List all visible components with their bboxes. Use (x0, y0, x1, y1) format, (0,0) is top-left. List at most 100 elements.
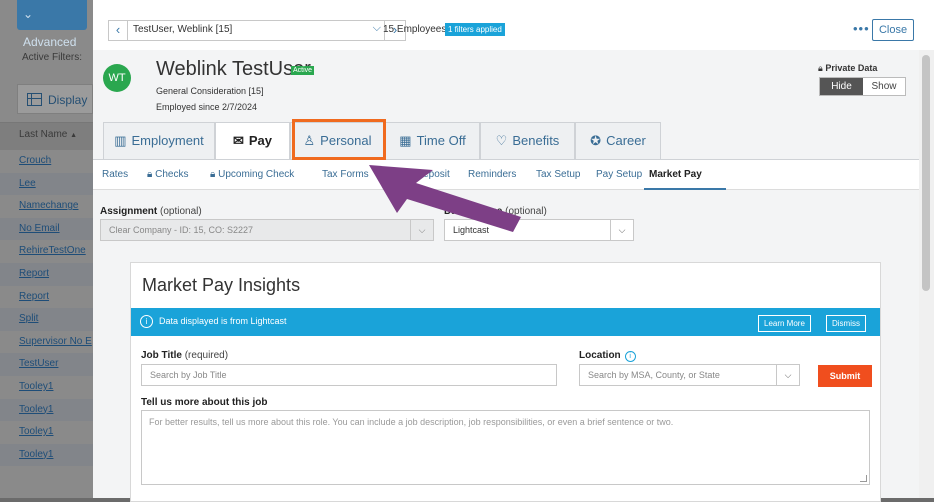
subnav-checks-label: Checks (155, 169, 189, 180)
employee-name-link[interactable]: RehireTestOne (0, 240, 93, 263)
chevron-down-icon[interactable]: ⌵ (373, 22, 381, 35)
show-button[interactable]: Show (863, 78, 905, 95)
tab-employment[interactable]: ▥ Employment (103, 122, 215, 159)
lock-icon: 🔒︎ (210, 169, 216, 180)
employee-name-list: Crouch Lee Namechange No Email RehireTestOne… (0, 150, 93, 467)
advanced-toggle[interactable]: ⌄ Advanced (17, 0, 87, 49)
data-source-value: Lightcast (453, 225, 490, 235)
hide-button[interactable]: Hide (820, 78, 863, 95)
job-title-required: (required) (184, 350, 229, 361)
tab-benefits[interactable]: ♡ Benefits (480, 122, 575, 159)
employee-name-link[interactable]: Namechange (0, 195, 93, 218)
filters-applied-badge[interactable]: 1 filters applied (445, 23, 505, 36)
display-label: Display (48, 93, 88, 107)
dismiss-button[interactable]: Dismiss (826, 315, 866, 332)
grid-icon (27, 93, 42, 106)
submit-button[interactable]: Submit (818, 365, 872, 387)
assignment-optional: (optional) (160, 206, 202, 217)
close-button[interactable]: Close (872, 19, 914, 41)
employee-name-link[interactable]: No Email (0, 217, 93, 241)
tab-career-label: Career (606, 133, 646, 148)
private-data-text: Private Data (825, 63, 878, 73)
employee-name-link[interactable]: Supervisor No E (0, 331, 93, 354)
info-icon[interactable]: i (624, 351, 636, 362)
subnav-upcoming-check-label: Upcoming Check (218, 169, 295, 180)
scrollbar[interactable] (919, 50, 934, 498)
chevron-down-icon: ⌵ (776, 365, 799, 385)
tab-career[interactable]: ✪ Career (575, 122, 661, 159)
tab-pay[interactable]: ✉ Pay (215, 122, 290, 160)
active-filters-label: Active Filters: (22, 52, 83, 63)
personal-tab-highlight (292, 119, 386, 160)
job-description-placeholder: For better results, tell us more about t… (149, 417, 674, 427)
previous-employee-button[interactable]: ‹ (109, 21, 128, 40)
subnav-tax-setup[interactable]: Tax Setup (536, 169, 580, 180)
learn-more-button[interactable]: Learn More (758, 315, 811, 332)
private-data-toggle: Hide Show (819, 77, 906, 96)
location-label: Location i (579, 350, 636, 362)
subnav-reminders[interactable]: Reminders (468, 169, 516, 180)
subnav-direct-deposit[interactable]: Direct Deposit (387, 169, 450, 180)
employee-name-link[interactable]: Report (0, 262, 93, 286)
job-title-input[interactable]: Search by Job Title (141, 364, 557, 386)
tab-employment-label: Employment (131, 133, 204, 148)
employee-name-link[interactable]: TestUser (0, 353, 93, 376)
employee-count: 15 Employees (383, 24, 447, 35)
employee-name-link[interactable]: Tooley1 (0, 398, 93, 422)
market-pay-title: Market Pay Insights (142, 275, 301, 295)
job-title-label-text: Job Title (141, 350, 182, 361)
employee-name-link[interactable]: Tooley1 (0, 376, 93, 399)
employee-group: General Consideration [15] (156, 86, 264, 96)
tab-time-off[interactable]: ▦ Time Off (385, 122, 480, 159)
employee-name-link[interactable]: Split (0, 308, 93, 331)
top-bar: ‹ TestUser, Weblink [15] ⌵ › 15 Employee… (93, 0, 934, 50)
display-button[interactable]: Display (17, 84, 93, 114)
building-icon: ▥ (114, 133, 127, 148)
tab-pay-label: Pay (248, 133, 273, 148)
job-title-label: Job Title (required) (141, 350, 228, 361)
more-options-icon[interactable]: ••• (853, 21, 870, 36)
location-input[interactable]: Search by MSA, County, or State ⌵ (579, 364, 800, 386)
employee-selector[interactable]: ‹ TestUser, Weblink [15] ⌵ › (108, 20, 406, 41)
location-placeholder: Search by MSA, County, or State (588, 370, 720, 380)
subnav-tax-forms[interactable]: Tax Forms (322, 169, 369, 180)
chevron-down-icon: ⌵ (410, 220, 433, 240)
scrollbar-thumb[interactable] (922, 55, 930, 291)
lock-icon: 🔒︎ (147, 169, 153, 180)
chevron-down-icon: ⌵ (610, 220, 633, 240)
money-icon: ✉ (232, 133, 244, 148)
employee-name-link[interactable]: Tooley1 (0, 421, 93, 444)
sidebar: ⌄ Advanced Active Filters: Display Last … (0, 0, 93, 498)
employee-name-link[interactable]: Report (0, 286, 93, 309)
subnav-checks[interactable]: 🔒︎ Checks (147, 169, 188, 180)
chevron-down-icon: ⌄ (23, 7, 34, 21)
status-badge: Active (291, 66, 315, 75)
lock-icon: 🔒︎ (818, 63, 823, 73)
calendar-icon: ▦ (399, 133, 412, 148)
tab-benefits-label: Benefits (512, 133, 560, 148)
subnav-market-pay[interactable]: Market Pay (649, 169, 702, 180)
data-source-select[interactable]: Lightcast ⌵ (444, 219, 634, 241)
heart-icon: ♡ (495, 133, 508, 148)
subnav-rates[interactable]: Rates (102, 169, 128, 180)
subnav-pay-setup[interactable]: Pay Setup (596, 169, 642, 180)
info-banner: i Data displayed is from Lightcast Learn… (131, 308, 880, 336)
pay-subnav: Rates 🔒︎ Checks 🔒︎ Upcoming Check Tax Fo… (93, 159, 919, 190)
last-name-column-header[interactable]: Last Name ▲ (0, 122, 93, 150)
tab-time-off-label: Time Off (416, 133, 466, 148)
assignment-select[interactable]: Clear Company - ID: 15, CO: S2227 ⌵ (100, 219, 434, 241)
employee-name: Weblink TestUser (156, 58, 311, 80)
assignment-label: Assignment (optional) (100, 206, 202, 217)
employed-since: Employed since 2/7/2024 (156, 102, 258, 112)
job-description-textarea[interactable]: For better results, tell us more about t… (141, 410, 870, 485)
private-data-label: 🔒︎ Private Data (818, 63, 877, 74)
assignment-label-text: Assignment (100, 206, 158, 217)
resize-handle[interactable] (860, 475, 867, 482)
employee-name-link[interactable]: Lee (0, 172, 93, 196)
employee-name-link[interactable]: Tooley1 (0, 443, 93, 467)
data-source-optional: (optional) (505, 206, 547, 217)
tell-us-label: Tell us more about this job (141, 397, 268, 408)
employee-name-link[interactable]: Crouch (0, 150, 93, 173)
subnav-upcoming-check[interactable]: 🔒︎ Upcoming Check (210, 169, 294, 180)
assignment-value: Clear Company - ID: 15, CO: S2227 (109, 225, 254, 235)
